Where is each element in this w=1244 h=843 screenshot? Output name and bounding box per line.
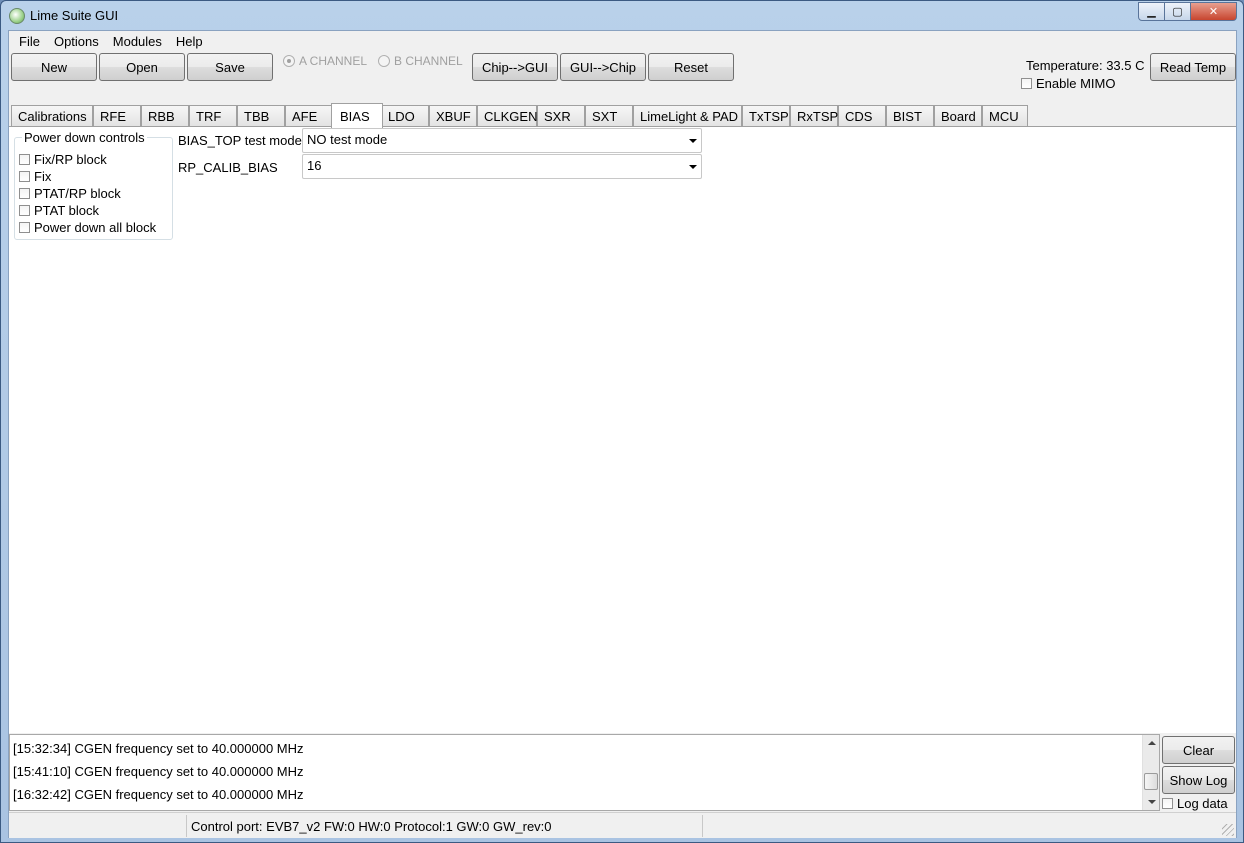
checkbox-icon xyxy=(1021,78,1032,89)
scroll-thumb[interactable] xyxy=(1144,773,1158,790)
maximize-icon[interactable]: ▢ xyxy=(1165,2,1191,21)
chevron-down-icon xyxy=(689,139,697,143)
tab-limelight-pad[interactable]: LimeLight & PAD xyxy=(633,105,742,127)
menu-bar: File Options Modules Help xyxy=(9,31,1236,51)
title-bar[interactable]: Lime Suite GUI ▁ ▢ ✕ xyxy=(1,1,1243,30)
channel-a-radio[interactable]: A CHANNEL xyxy=(283,54,367,68)
read-temp-button[interactable]: Read Temp xyxy=(1150,53,1236,81)
checkbox-icon xyxy=(19,171,30,182)
power-down-all-checkbox[interactable]: Power down all block xyxy=(19,220,156,235)
radio-unselected-icon xyxy=(378,55,390,67)
bias-top-test-mode-label: BIAS_TOP test mode xyxy=(178,133,302,148)
power-down-title: Power down controls xyxy=(22,130,147,145)
power-down-group: Power down controls Fix/RP block Fix PTA… xyxy=(14,130,173,240)
checkbox-label: Fix xyxy=(34,169,52,184)
tab-afe[interactable]: AFE xyxy=(285,105,333,127)
tab-xbuf[interactable]: XBUF xyxy=(429,105,477,127)
radio-selected-icon xyxy=(283,55,295,67)
bias-top-test-mode-value: NO test mode xyxy=(307,132,388,147)
tab-clkgen[interactable]: CLKGEN xyxy=(477,105,537,127)
toolbar: New Open Save A CHANNEL B CHANNEL Chip--… xyxy=(9,51,1236,103)
ptat-rp-block-checkbox[interactable]: PTAT/RP block xyxy=(19,186,121,201)
checkbox-icon xyxy=(1162,798,1173,809)
channel-b-label: B CHANNEL xyxy=(394,54,463,68)
log-output[interactable]: [15:32:34] CGEN frequency set to 40.0000… xyxy=(9,734,1160,811)
reset-button[interactable]: Reset xyxy=(648,53,734,81)
fix-rp-block-checkbox[interactable]: Fix/RP block xyxy=(19,152,107,167)
tab-ldo[interactable]: LDO xyxy=(381,105,429,127)
log-line: [15:32:34] CGEN frequency set to 40.0000… xyxy=(13,741,304,756)
scroll-up-icon[interactable] xyxy=(1148,741,1156,745)
checkbox-label: Power down all block xyxy=(34,220,157,235)
status-bar: Control port: EVB7_v2 FW:0 HW:0 Protocol… xyxy=(9,812,1236,838)
app-icon xyxy=(9,8,25,24)
window-title: Lime Suite GUI xyxy=(30,8,119,23)
checkbox-label: PTAT block xyxy=(34,203,100,218)
tab-calibrations[interactable]: Calibrations xyxy=(11,105,93,127)
log-line: [16:32:42] CGEN frequency set to 40.0000… xyxy=(13,787,304,802)
tab-cds[interactable]: CDS xyxy=(838,105,886,127)
rp-calib-bias-label: RP_CALIB_BIAS xyxy=(178,160,278,175)
tab-sxt[interactable]: SXT xyxy=(585,105,633,127)
menu-file[interactable]: File xyxy=(12,34,47,49)
checkbox-label: PTAT/RP block xyxy=(34,186,121,201)
tab-tbb[interactable]: TBB xyxy=(237,105,285,127)
tab-bias[interactable]: BIAS xyxy=(331,103,383,128)
close-icon[interactable]: ✕ xyxy=(1191,2,1237,21)
scroll-down-icon[interactable] xyxy=(1148,800,1156,804)
checkbox-icon xyxy=(19,188,30,199)
rp-calib-bias-select[interactable]: 16 xyxy=(302,154,702,179)
fix-checkbox[interactable]: Fix xyxy=(19,169,51,184)
ptat-block-checkbox[interactable]: PTAT block xyxy=(19,203,99,218)
clear-log-button[interactable]: Clear xyxy=(1162,736,1235,764)
show-log-button[interactable]: Show Log xyxy=(1162,766,1235,794)
client-area: File Options Modules Help New Open Save … xyxy=(8,30,1237,838)
main-window: Lime Suite GUI ▁ ▢ ✕ File Options Module… xyxy=(0,0,1244,843)
checkbox-label: Fix/RP block xyxy=(34,152,107,167)
tab-strip: Calibrations RFE RBB TRF TBB AFE BIAS LD… xyxy=(9,103,1236,128)
tab-rfe[interactable]: RFE xyxy=(93,105,141,127)
status-cell-empty xyxy=(9,815,187,837)
tab-bist[interactable]: BIST xyxy=(886,105,934,127)
tab-mcu[interactable]: MCU xyxy=(982,105,1028,127)
checkbox-icon xyxy=(19,205,30,216)
minimize-icon[interactable]: ▁ xyxy=(1138,2,1165,21)
checkbox-icon xyxy=(19,154,30,165)
control-port-status: Control port: EVB7_v2 FW:0 HW:0 Protocol… xyxy=(187,815,703,837)
menu-help[interactable]: Help xyxy=(169,34,210,49)
tab-rbb[interactable]: RBB xyxy=(141,105,189,127)
enable-mimo-checkbox[interactable]: Enable MIMO xyxy=(1021,76,1115,91)
channel-b-radio[interactable]: B CHANNEL xyxy=(378,54,463,68)
save-button[interactable]: Save xyxy=(187,53,273,81)
log-line: [15:41:10] CGEN frequency set to 40.0000… xyxy=(13,764,304,779)
chevron-down-icon xyxy=(689,165,697,169)
window-controls: ▁ ▢ ✕ xyxy=(1138,2,1237,21)
checkbox-icon xyxy=(19,222,30,233)
rp-calib-bias-value: 16 xyxy=(307,158,322,173)
new-button[interactable]: New xyxy=(11,53,97,81)
log-data-label: Log data xyxy=(1177,796,1228,811)
bias-top-test-mode-select[interactable]: NO test mode xyxy=(302,128,702,153)
log-scrollbar[interactable] xyxy=(1142,735,1159,810)
bias-panel: Power down controls Fix/RP block Fix PTA… xyxy=(9,126,1236,733)
channel-a-label: A CHANNEL xyxy=(299,54,368,68)
tab-trf[interactable]: TRF xyxy=(189,105,237,127)
menu-modules[interactable]: Modules xyxy=(106,34,169,49)
tab-sxr[interactable]: SXR xyxy=(537,105,585,127)
tab-rxtsp[interactable]: RxTSP xyxy=(790,105,838,127)
tab-txtsp[interactable]: TxTSP xyxy=(742,105,790,127)
temperature-readout: Temperature: 33.5 C xyxy=(1026,58,1145,73)
tab-board[interactable]: Board xyxy=(934,105,982,127)
open-button[interactable]: Open xyxy=(99,53,185,81)
enable-mimo-label: Enable MIMO xyxy=(1036,76,1116,91)
gui-to-chip-button[interactable]: GUI-->Chip xyxy=(560,53,646,81)
chip-to-gui-button[interactable]: Chip-->GUI xyxy=(472,53,558,81)
resize-grip-icon[interactable] xyxy=(1222,824,1234,836)
menu-options[interactable]: Options xyxy=(47,34,106,49)
log-data-checkbox[interactable]: Log data xyxy=(1162,796,1228,811)
